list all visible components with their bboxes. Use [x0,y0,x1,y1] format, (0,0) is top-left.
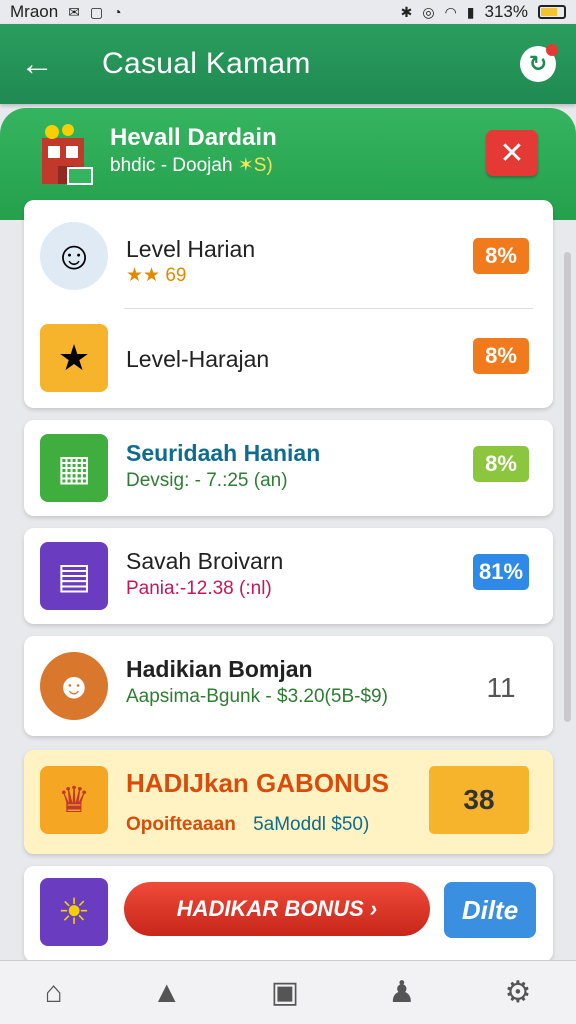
promo-subtitle-right: 5aModdl $50) [253,814,370,835]
list-item-subtitle: Aapsima-Bgunk - $3.20(5B-$9) [126,686,388,707]
percent-badge[interactable]: 81% [473,554,529,590]
avatar: ☺ [40,222,108,290]
list-item[interactable]: ▦ Seuridaah Hanian Devsig: - 7.:25 (an) … [24,420,553,516]
mail-icon: ✉ [68,4,80,20]
wifi-icon: ◠ [444,4,457,20]
right-action-button[interactable]: Dilte [444,882,536,938]
promo-value-button[interactable]: 38 [429,766,529,834]
list-item-title: Level Harian [126,236,256,262]
list-item-subtitle: Pania:-12.38 (:nl) [126,578,272,599]
message-icon: ▢ [89,4,104,20]
signal-icon: ▮ [466,4,475,20]
banner-subtitle-accent: ✶S) [237,155,273,176]
status-bar: Mraon ✉ ▢ ◔ ✱ ◎ ◠ ▮ 313% [0,0,576,24]
clock-icon: ◔ [113,4,122,20]
refresh-icon[interactable]: ↻ [520,44,558,82]
battery-icon [538,5,566,19]
list-item[interactable]: ▤ Savah Broivarn Pania:-12.38 (:nl) 81% [24,528,553,624]
gift-shop-icon [42,124,93,185]
banner-subtitle-text: bhdic - Doojah [110,155,233,176]
list-item[interactable]: ☻ Hadikian Bomjan Aapsima-Bgunk - $3.20(… [24,636,553,736]
percent-badge[interactable]: 8% [473,338,529,374]
mascot-icon: ☻ [40,652,108,720]
promo-subtitle-left: Opoifteaaan [126,814,236,835]
list-item-subtitle: ★★ 69 [126,265,187,286]
bottom-nav: ⌂ ▲ ▣ ♟ ⚙ [0,960,576,1024]
list-item-title: Savah Broivarn [126,548,284,574]
bonus-button[interactable]: HADIKAR BONUS › [124,882,430,936]
profile-icon[interactable]: ♟ [388,975,415,1010]
app-bar: ← Casual Kamam ↻ [0,24,576,104]
percent-badge[interactable]: 8% [473,446,529,482]
divider [124,308,533,309]
promo-card[interactable]: ♛ HADIJkan GABONUS Opoifteaaan 5aModdl $… [24,750,553,854]
list-item-title: Seuridaah Hanian [126,440,321,466]
carrier-label: Mraon [10,2,59,21]
back-arrow-icon[interactable]: ← [20,45,60,84]
list-item-subtitle: Devsig: - 7.:25 (an) [126,470,288,491]
shop-icon[interactable]: ▣ [271,975,299,1010]
calendar-icon: ▦ [40,434,108,502]
banner-title: Hevall Dardain [110,124,277,151]
battery-percent: 313% [484,2,528,21]
banner-subtitle: bhdic - Doojah ✶S) [110,154,273,177]
scrollbar[interactable] [564,252,571,722]
promo-title: HADIJkan GABONUS [126,768,389,798]
list-item-title: Level-Harajan [126,346,270,372]
settings-icon[interactable]: ⚙ [504,975,531,1010]
level-card: ☺ Level Harian ★★ 69 8% ★ Level-Harajan … [24,200,553,408]
gift-bucket-icon: ♛ [40,766,108,834]
promo-card: ☀ HADIKAR BONUS › Dilte [24,866,553,962]
alarm-icon: ◎ [422,4,435,20]
reward-icon: ☀ [40,878,108,946]
ticket-icon: ▤ [40,542,108,610]
promo-subtitle: Opoifteaaan 5aModdl $50) [126,814,369,836]
list-item-title: Hadikian Bomjan [126,656,313,682]
count-label: 11 [486,672,516,703]
home-icon[interactable]: ⌂ [45,976,63,1010]
bluetooth-icon: ✱ [400,4,413,20]
percent-badge[interactable]: 8% [473,238,529,274]
calendar-icon: ★ [40,324,108,392]
page-title: Casual Kamam [102,47,311,80]
close-button[interactable]: ✕ [486,130,538,176]
gallery-icon[interactable]: ▲ [152,976,182,1010]
